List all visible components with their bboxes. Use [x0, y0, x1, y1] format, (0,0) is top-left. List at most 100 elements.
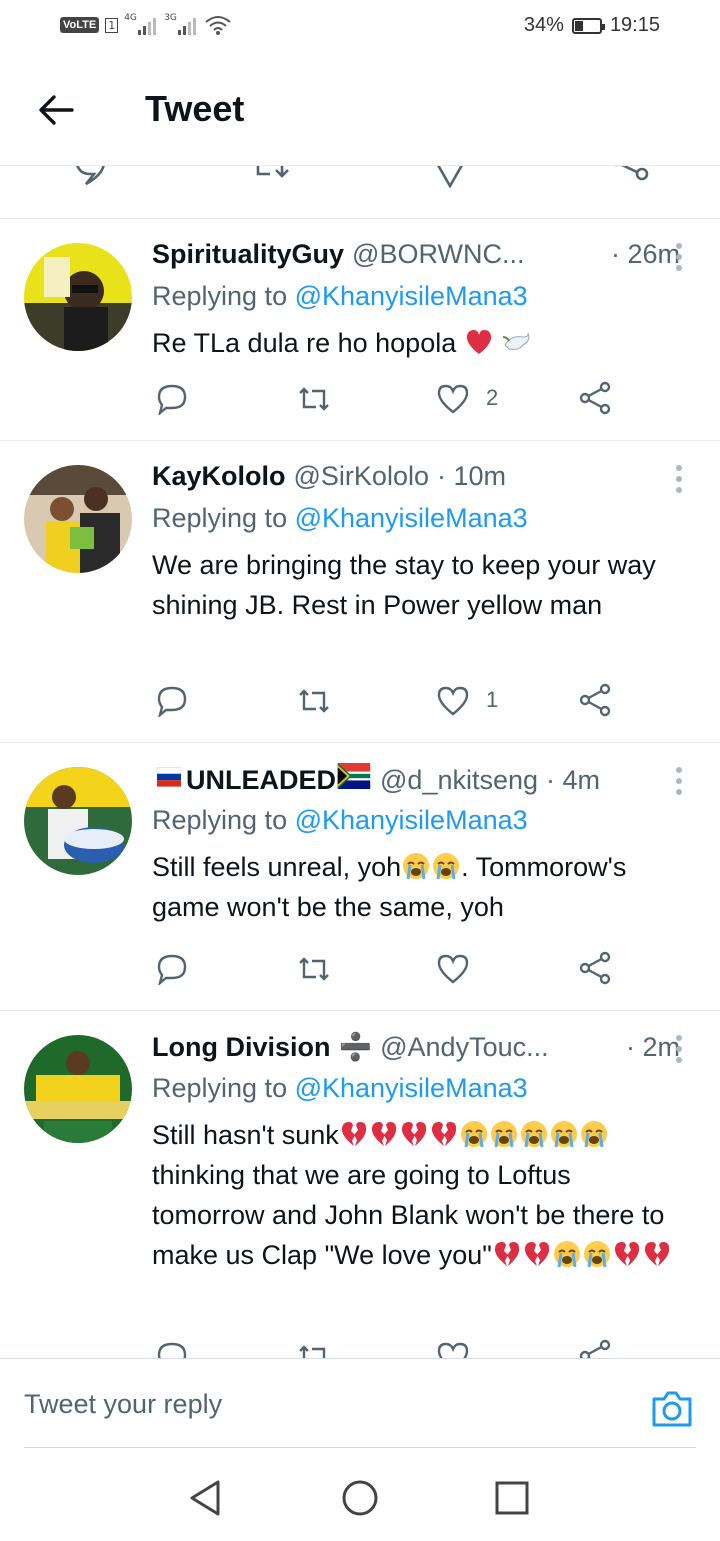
reply-input[interactable]: Tweet your reply: [24, 1389, 222, 1420]
mention-link[interactable]: @KhanyisileMana3: [295, 805, 528, 835]
network-3g-label: 3G: [164, 13, 177, 23]
avatar[interactable]: [24, 465, 132, 573]
like-icon[interactable]: [430, 166, 470, 188]
reply-feed[interactable]: SpiritualityGuy @BORWNC... · 26m Replyin…: [0, 166, 720, 1358]
like-icon[interactable]: [436, 1341, 470, 1358]
like-count: 1: [486, 687, 499, 712]
avatar[interactable]: [24, 243, 132, 351]
russia-flag-emoji: [156, 767, 182, 787]
tweet-actions: [0, 1337, 720, 1358]
status-bar: VoLTE 1 4G 3G 34% 19:15: [0, 0, 720, 54]
like-icon[interactable]: [436, 383, 470, 415]
reply-composer: Tweet your reply: [0, 1358, 720, 1449]
replying-to: Replying to @KhanyisileMana3: [152, 1073, 528, 1104]
tweet-text: Still hasn't sunk thinking that we are g…: [152, 1115, 688, 1275]
display-name[interactable]: UNLEADED: [186, 765, 336, 796]
emoji-run: [492, 1240, 672, 1270]
retweet-icon[interactable]: [296, 955, 332, 983]
share-icon[interactable]: [578, 683, 612, 717]
avatar[interactable]: [24, 1035, 132, 1143]
network-4g-label: 4G: [124, 13, 137, 23]
mention-link[interactable]: @KhanyisileMana3: [295, 1073, 528, 1103]
broken-heart-emoji: [371, 1122, 396, 1146]
replying-prefix: Replying to: [152, 281, 295, 311]
like-icon[interactable]: [436, 953, 470, 985]
battery-percent: 34%: [523, 14, 564, 36]
retweet-icon[interactable]: [296, 687, 332, 715]
handle[interactable]: @BORWNC...: [352, 239, 524, 270]
retweet-icon[interactable]: [296, 1343, 332, 1358]
share-icon[interactable]: [578, 951, 612, 985]
arrow-left-icon[interactable]: [36, 90, 76, 130]
handle[interactable]: @AndyTouc...: [380, 1032, 549, 1063]
crying-face-emoji: [490, 1121, 517, 1148]
signal-3g-icon: 3G: [164, 13, 198, 35]
more-options-icon[interactable]: [676, 465, 684, 495]
battery-icon: [571, 17, 605, 34]
crying-face-emoji: [433, 853, 460, 880]
dove-emoji: [503, 332, 530, 350]
retweet-icon[interactable]: [252, 166, 296, 188]
tweet-long-division[interactable]: Long Division ➗ @AndyTouc... · 2m Replyi…: [0, 1010, 720, 1358]
tweet-kaykololo[interactable]: KayKololo @SirKololo · 10m Replying to @…: [0, 440, 720, 742]
mention-link[interactable]: @KhanyisileMana3: [295, 503, 528, 533]
reply-icon[interactable]: [156, 1341, 188, 1358]
broken-heart-emoji: [401, 1122, 426, 1146]
handle[interactable]: @SirKololo: [294, 461, 429, 492]
tweet-body-part1: Still feels unreal, yoh: [152, 852, 402, 882]
tweet-body-part1: Still hasn't sunk: [152, 1120, 339, 1150]
network-indicators: VoLTE 1 4G 3G: [60, 13, 232, 36]
replying-to: Replying to @KhanyisileMana3: [152, 503, 528, 534]
avatar[interactable]: [24, 767, 132, 875]
tweet-actions: 2: [0, 379, 720, 419]
share-icon[interactable]: [608, 166, 650, 190]
broken-heart-emoji: [494, 1242, 519, 1266]
system-nav-bar: [0, 1448, 720, 1541]
mention-link[interactable]: @KhanyisileMana3: [295, 281, 528, 311]
tweet-unleaded[interactable]: UNLEADED @d_nkitseng · 4m Replying to @K…: [0, 742, 720, 1010]
display-name[interactable]: Long Division: [152, 1032, 331, 1063]
handle[interactable]: @d_nkitseng: [380, 765, 538, 796]
reply-icon[interactable]: [156, 685, 188, 717]
replying-to: Replying to @KhanyisileMana3: [152, 281, 528, 312]
like-count: 2: [486, 385, 499, 410]
nav-back-icon[interactable]: [186, 1478, 226, 1518]
retweet-icon[interactable]: [296, 385, 332, 413]
timestamp: · 26m: [610, 239, 680, 269]
app-header: Tweet: [0, 54, 720, 166]
reply-icon[interactable]: [156, 383, 188, 415]
more-options-icon[interactable]: [676, 767, 684, 797]
crying-face-emoji: [583, 1241, 610, 1268]
replying-prefix: Replying to: [152, 1073, 295, 1103]
tweet-text: We are bringing the stay to keep your wa…: [152, 550, 656, 620]
previous-tweet-actions: [0, 166, 720, 218]
display-name[interactable]: KayKololo: [152, 461, 286, 492]
reply-icon[interactable]: [70, 166, 110, 188]
tweet-body: Re TLa dula re ho hopola: [152, 328, 457, 358]
nav-home-icon[interactable]: [340, 1478, 380, 1518]
reply-icon[interactable]: [156, 953, 188, 985]
tweet-header: SpiritualityGuy @BORWNC... · 26m: [152, 239, 680, 270]
broken-heart-emoji: [644, 1242, 669, 1266]
tweet-header: UNLEADED @d_nkitseng · 4m: [152, 763, 680, 796]
more-options-icon[interactable]: [676, 243, 684, 273]
volte-badge: VoLTE: [60, 17, 100, 33]
status-right: 34% 19:15: [524, 14, 660, 37]
crying-face-emoji: [580, 1121, 607, 1148]
more-options-icon[interactable]: [676, 1035, 684, 1065]
camera-icon[interactable]: [650, 1389, 694, 1429]
sim-index: 1: [105, 17, 119, 33]
like-icon[interactable]: [436, 685, 470, 717]
broken-heart-emoji: [431, 1122, 456, 1146]
nav-recents-icon[interactable]: [492, 1478, 532, 1518]
tweet-spiritualityguy[interactable]: SpiritualityGuy @BORWNC... · 26m Replyin…: [0, 218, 720, 440]
tweet-text: Still feels unreal, yoh. Tommorow's game…: [152, 847, 692, 927]
replying-to: Replying to @KhanyisileMana3: [152, 805, 528, 836]
display-name[interactable]: SpiritualityGuy: [152, 239, 344, 270]
clock: 19:15: [609, 14, 660, 36]
share-icon[interactable]: [578, 1339, 612, 1358]
broken-heart-emoji: [614, 1242, 639, 1266]
replying-prefix: Replying to: [152, 805, 295, 835]
share-icon[interactable]: [578, 381, 612, 415]
crying-face-emoji: [520, 1121, 547, 1148]
